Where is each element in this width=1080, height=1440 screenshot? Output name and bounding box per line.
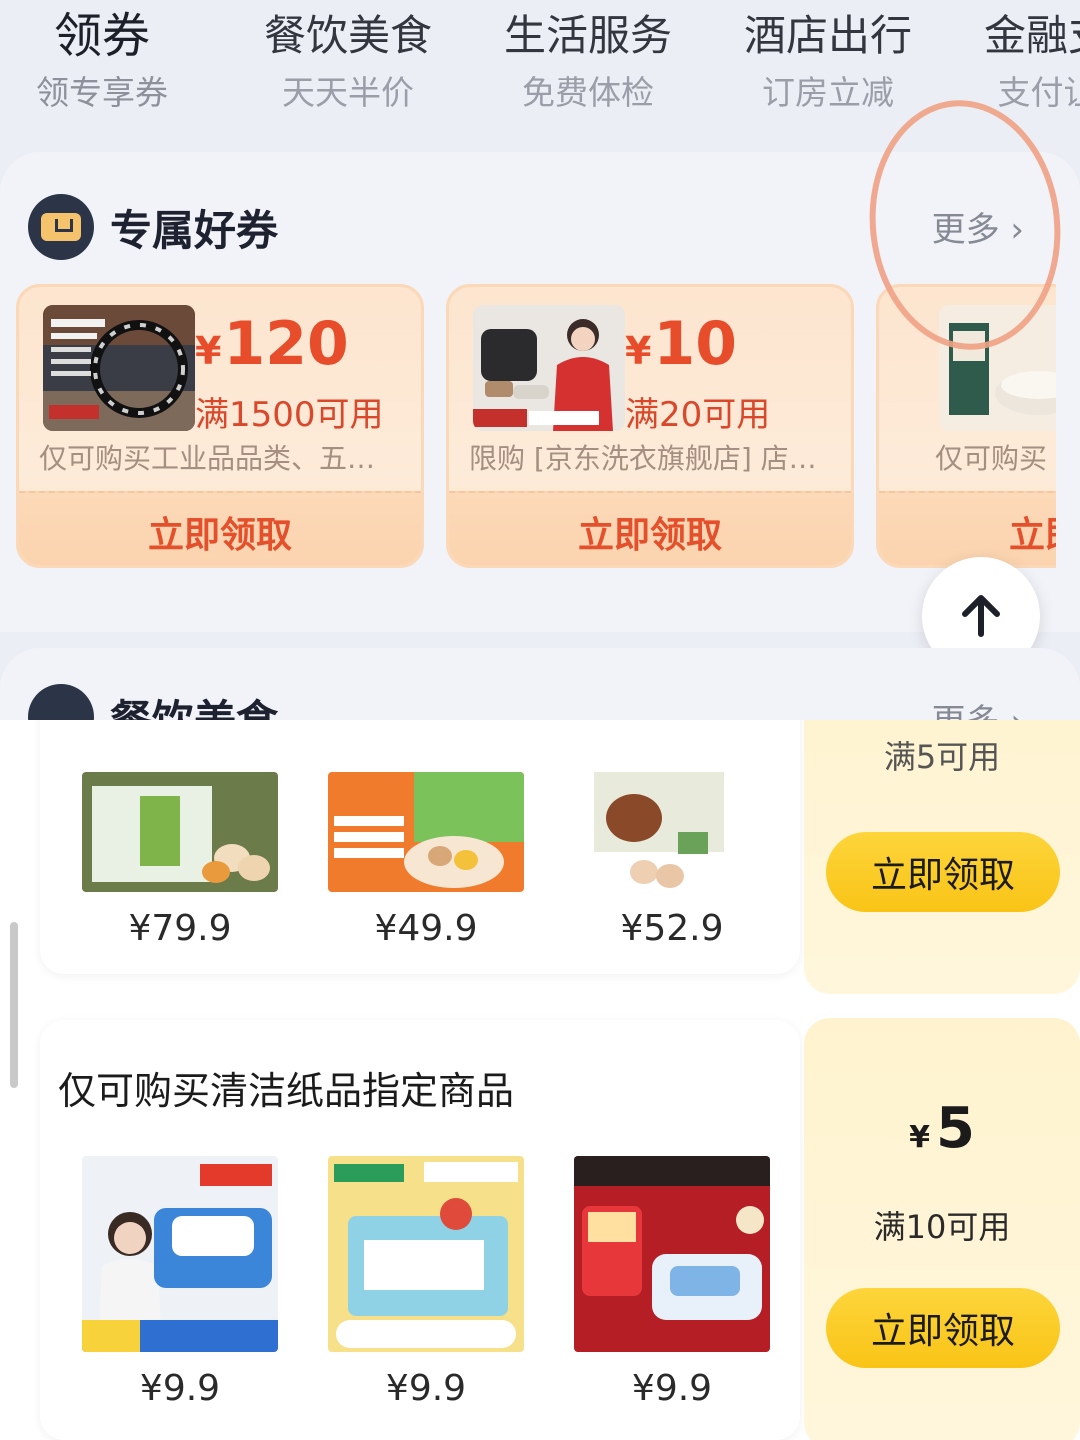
coupon-ticket-icon — [28, 684, 94, 720]
amount-value: 10 — [653, 309, 737, 379]
amount-value: 120 — [223, 309, 349, 379]
product-item[interactable]: ¥9.9 — [82, 1156, 278, 1409]
tab-subtitle: 天天半价 — [282, 73, 414, 112]
claim-button[interactable]: 立即领取 — [826, 1288, 1060, 1368]
tab-title: 酒店出行 — [744, 11, 913, 60]
claim-button[interactable]: 立即 — [879, 491, 1056, 565]
tab-coupons[interactable]: 领券 领专享券 — [36, 6, 168, 120]
tab-hotel-travel[interactable]: 酒店出行 订房立减 — [744, 6, 912, 120]
product-item[interactable]: ¥49.9 — [328, 772, 524, 949]
coupon-ticket-icon — [28, 194, 94, 260]
tab-subtitle: 订房立减 — [762, 73, 894, 112]
bottom-screen: ¥79.9 ¥49.9 ¥52.9 满5可用 立即领取 仅可购买清洁纸品指定商品… — [0, 720, 1080, 1440]
food-coupons-panel: 餐饮美食 更多 › — [0, 648, 1080, 720]
product-price: ¥9.9 — [139, 1368, 221, 1409]
claim-button[interactable]: 立即领取 — [826, 832, 1060, 912]
section-header: 餐饮美食 — [28, 684, 278, 720]
product-price: ¥79.9 — [128, 908, 232, 949]
coupon-card[interactable]: ¥120 满1500可用 仅可购买工业品品类、五… 立即领取 — [16, 284, 424, 568]
cleansing-wipes-image — [574, 1156, 770, 1352]
coupon-card[interactable]: ¥10 满20可用 限购 [京东洗衣旗舰店] 店… 立即领取 — [446, 284, 854, 568]
product-item[interactable]: ¥79.9 — [82, 772, 278, 949]
tab-subtitle: 领专享券 — [36, 73, 168, 112]
tab-title: 生活服务 — [504, 11, 673, 60]
coupon-side-panel: 满5可用 立即领取 — [804, 720, 1080, 994]
coupon-condition: 满5可用 — [883, 738, 1001, 776]
coupon-amount: ¥5 — [804, 1096, 1080, 1161]
eggs-box-image — [82, 772, 278, 892]
scrollbar[interactable] — [10, 922, 18, 1088]
tab-finance[interactable]: 金融支 支付让 — [984, 6, 1080, 120]
tab-title: 领券 — [53, 8, 150, 64]
tissue-pack-image — [328, 1156, 524, 1352]
eggs-hen-image — [574, 772, 770, 892]
coupon-side-panel: ¥5 满10可用 立即领取 — [804, 1018, 1080, 1440]
section-header: 专属好券 — [28, 192, 278, 262]
tab-subtitle: 免费体检 — [522, 73, 654, 112]
product-price: ¥9.9 — [631, 1368, 713, 1409]
coupon-amount: ¥10 — [625, 309, 737, 379]
product-item[interactable]: ¥9.9 — [328, 1156, 524, 1409]
coupon-description: 仅可购买工业品品类、五… — [39, 442, 376, 475]
coupon-carousel[interactable]: ¥120 满1500可用 仅可购买工业品品类、五… 立即领取 ¥10 满20可用… — [16, 284, 1056, 574]
tab-life-services[interactable]: 生活服务 免费体检 — [504, 6, 672, 120]
coupon-row-card: 仅可购买清洁纸品指定商品 ¥9.9 ¥9.9 ¥9.9 — [40, 1020, 800, 1440]
selenium-eggs-image — [328, 772, 524, 892]
laundry-service-image — [473, 305, 625, 431]
top-screen: 领券 领专享券 餐饮美食 天天半价 生活服务 免费体检 酒店出行 订房立减 金融… — [0, 0, 1080, 720]
currency-symbol: ¥ — [195, 329, 222, 373]
currency-symbol: ¥ — [625, 329, 652, 373]
coupon-condition: 满20可用 — [625, 395, 771, 435]
section-title: 专属好券 — [110, 205, 279, 255]
coupon-condition: 满1500可用 — [195, 395, 384, 435]
amount-value: 5 — [935, 1096, 975, 1161]
more-link[interactable]: 更多 › — [932, 694, 1024, 720]
coupon-description: 仅可购买 — [935, 442, 1048, 475]
wet-wipes-image — [82, 1156, 278, 1352]
claim-button[interactable]: 立即领取 — [449, 491, 851, 565]
bracelet-product-image — [43, 305, 195, 431]
currency-symbol: ¥ — [909, 1120, 930, 1155]
arrow-up-icon — [962, 595, 1000, 637]
tab-title: 餐饮美食 — [264, 11, 433, 60]
claim-button[interactable]: 立即领取 — [19, 491, 421, 565]
row-title: 仅可购买清洁纸品指定商品 — [58, 1069, 515, 1113]
product-price: ¥9.9 — [385, 1368, 467, 1409]
tab-title: 金融支 — [984, 11, 1080, 60]
coupon-description: 限购 [京东洗衣旗舰店] 店… — [469, 442, 817, 475]
product-item[interactable]: ¥9.9 — [574, 1156, 770, 1409]
product-price: ¥49.9 — [374, 908, 478, 949]
product-item[interactable]: ¥52.9 — [574, 772, 770, 949]
section-title: 餐饮美食 — [110, 695, 279, 721]
product-price: ¥52.9 — [620, 908, 724, 949]
coupon-condition: 满10可用 — [873, 1208, 1011, 1246]
coupon-amount: ¥120 — [195, 309, 349, 379]
tab-food[interactable]: 餐饮美食 天天半价 — [264, 6, 432, 120]
coupon-row-card: ¥79.9 ¥49.9 ¥52.9 — [40, 720, 800, 974]
